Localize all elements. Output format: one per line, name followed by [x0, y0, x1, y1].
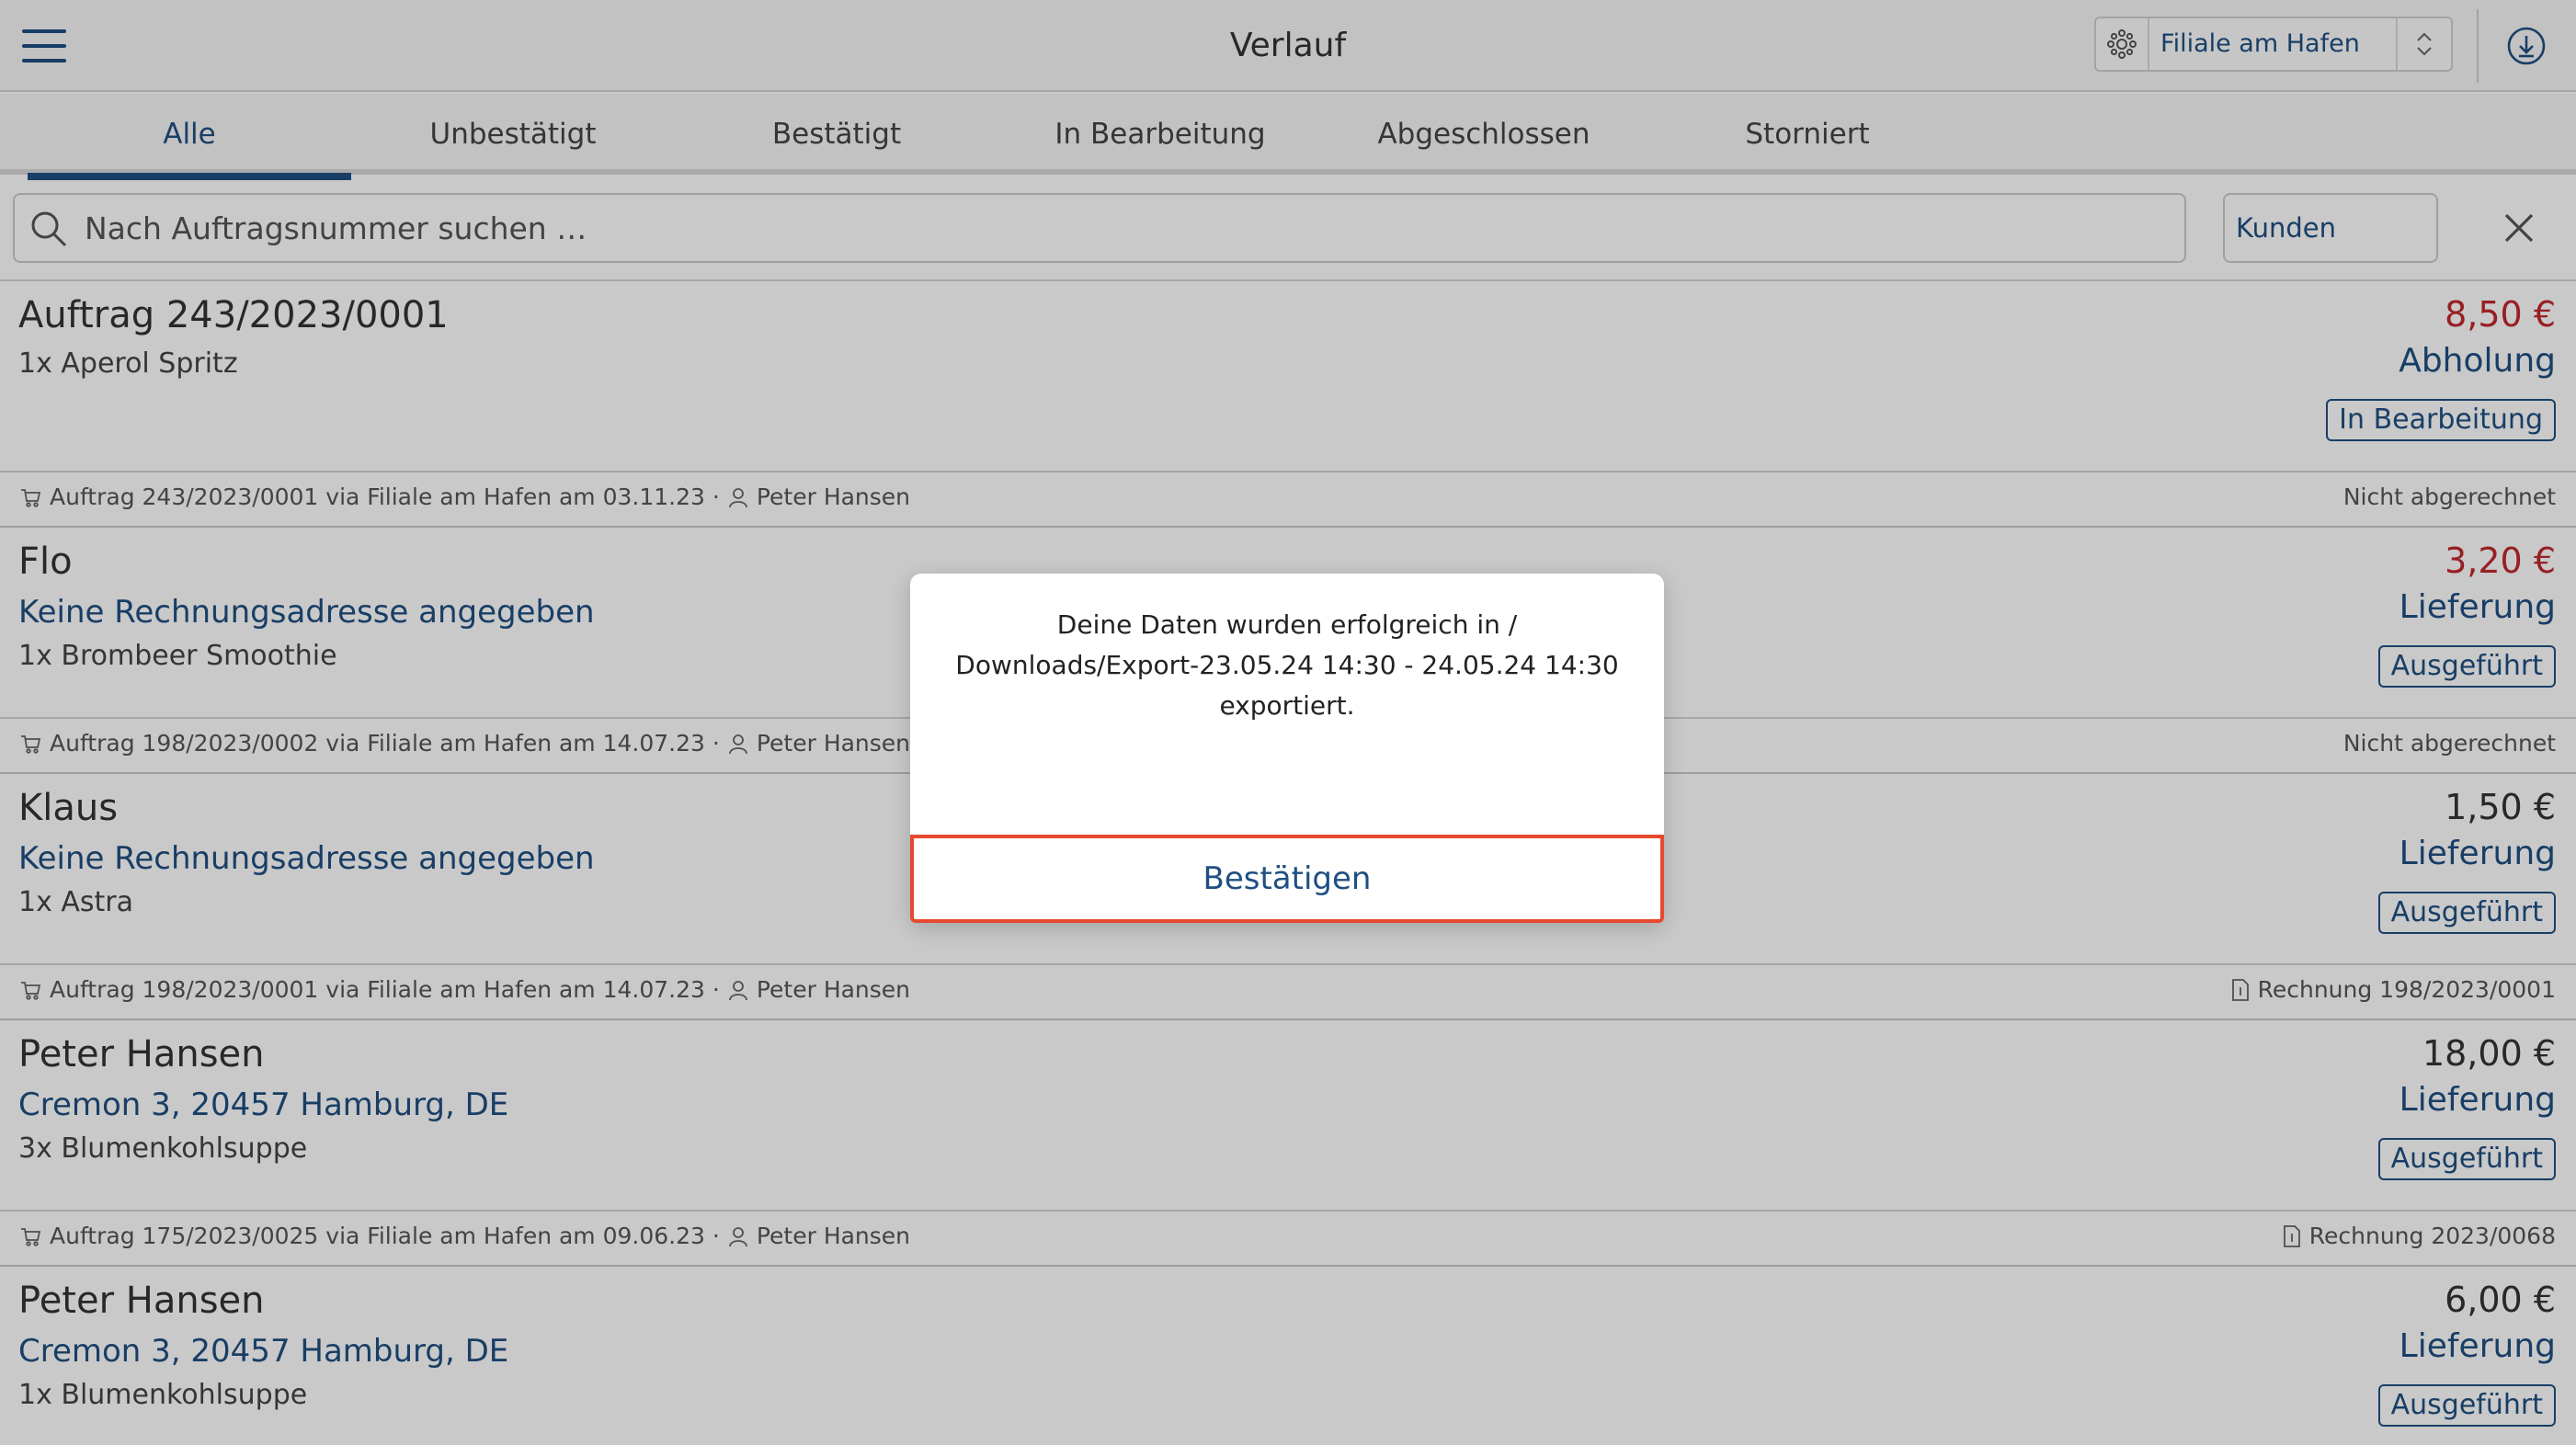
export-success-dialog: Deine Daten wurden erfolgreich in / Down… [910, 574, 1664, 923]
dialog-message-line: Deine Daten wurden erfolgreich in / [1056, 609, 1518, 640]
dialog-message-line: Downloads/Export-23.05.24 14:30 - 24.05.… [955, 650, 1619, 680]
dialog-message-line: exportiert. [1219, 690, 1355, 721]
dialog-message: Deine Daten wurden erfolgreich in / Down… [943, 605, 1631, 726]
confirm-button[interactable]: Bestätigen [910, 835, 1664, 923]
app-root: Verlauf Filiale am Hafen Alle Unbestätig… [0, 0, 2576, 1445]
